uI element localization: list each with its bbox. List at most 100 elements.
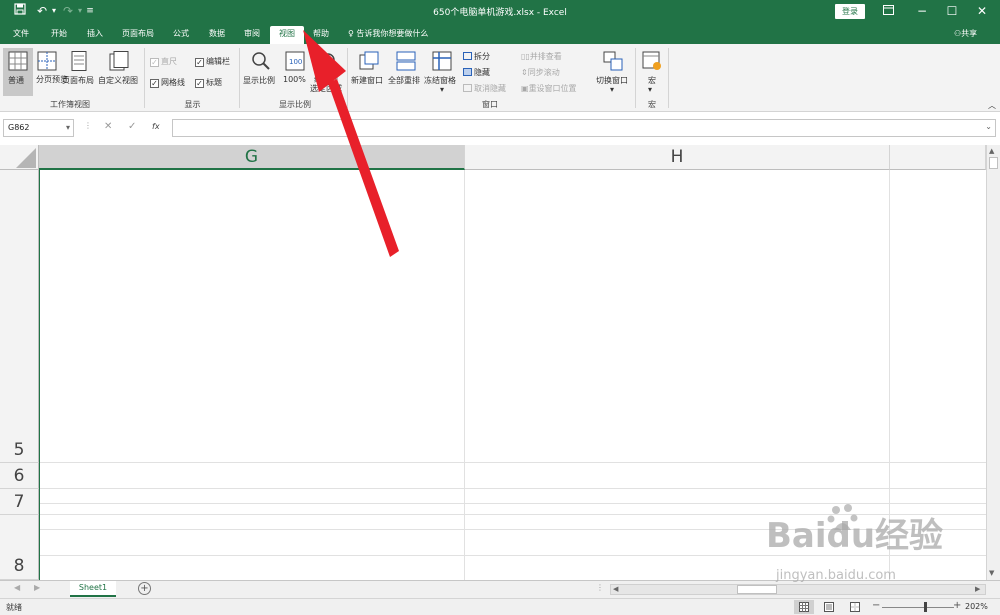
page-break-preview-button[interactable]: 分页预览 (36, 48, 68, 96)
new-sheet-button[interactable]: + (138, 582, 151, 595)
window-group-label: 窗口 (482, 100, 498, 109)
tab-file[interactable]: 文件 (6, 26, 36, 44)
zoom-slider[interactable] (882, 607, 954, 608)
normal-view-status-button[interactable] (794, 600, 814, 614)
zoom-out-icon[interactable]: − (872, 600, 880, 611)
tab-splitter-icon[interactable]: ⋮ (596, 583, 604, 592)
column-header-g[interactable]: G (39, 145, 465, 170)
scroll-down-icon[interactable]: ▼ (989, 569, 994, 577)
unhide-label: 取消隐藏 (474, 84, 506, 93)
ribbon-tabs: 文件 开始 插入 页面布局 公式 数据 审阅 视图 帮助 ♀ 告诉我你想要做什么… (0, 22, 1000, 44)
tab-formulas[interactable]: 公式 (166, 26, 196, 44)
table-row[interactable] (39, 463, 986, 489)
maximize-icon[interactable]: ☐ (938, 2, 966, 20)
tab-help[interactable]: 帮助 (306, 26, 336, 44)
zoom-slider-thumb[interactable] (924, 602, 927, 612)
freeze-panes-button[interactable]: 冻结窗格 ▾ (424, 48, 460, 96)
macros-dropdown-icon: ▾ (648, 85, 653, 94)
zoom-to-selection-button[interactable]: 缩放到 选定区域 (308, 48, 346, 96)
check-icon: ✓ (195, 58, 204, 67)
switch-windows-button[interactable]: 切换窗口 ▾ (594, 48, 632, 96)
gridlines-checkbox[interactable]: ✓ 网格线 (150, 77, 185, 88)
zoom-in-icon[interactable]: + (953, 600, 961, 611)
page-layout-view-button[interactable]: 页面布局 (62, 48, 96, 96)
expand-formula-icon[interactable]: ⌄ (985, 122, 992, 131)
vertical-scroll-thumb[interactable] (989, 157, 998, 169)
column-header-next[interactable] (890, 145, 986, 170)
tab-home[interactable]: 开始 (44, 26, 74, 44)
selected-column-edge (39, 437, 40, 580)
row-header-7[interactable]: 7 (0, 489, 39, 515)
page-break-status-button[interactable] (850, 602, 860, 614)
horizontal-scrollbar[interactable]: ◀ ▶ (610, 584, 986, 595)
page-break-icon (37, 51, 57, 71)
page-break-status-icon (850, 602, 860, 612)
scroll-left-icon[interactable]: ◀ (613, 585, 618, 593)
tab-data[interactable]: 数据 (202, 26, 232, 44)
collapse-ribbon-icon[interactable]: ︿ (988, 100, 996, 111)
horizontal-scroll-thumb[interactable] (737, 585, 777, 594)
hide-icon (463, 68, 472, 76)
minimize-icon[interactable]: − (908, 2, 936, 20)
close-icon[interactable]: ✕ (968, 2, 996, 20)
workbook-views-group-label: 工作簿视图 (50, 100, 90, 109)
new-window-button[interactable]: 新建窗口 (350, 48, 388, 96)
formula-bar-checkbox[interactable]: ✓ 编辑栏 (195, 56, 230, 67)
tab-view[interactable]: 视图 (270, 26, 304, 44)
group-separator (668, 48, 669, 108)
zoom-level[interactable]: 202% (965, 602, 988, 611)
page-layout-status-button[interactable] (824, 602, 834, 614)
name-box[interactable]: G862 ▾ (3, 119, 74, 137)
zoom-button[interactable]: 显示比例 (243, 48, 279, 96)
arrange-all-button[interactable]: 全部重排 (388, 48, 424, 96)
svg-text:100: 100 (289, 58, 302, 66)
select-all-button[interactable] (0, 145, 39, 170)
custom-views-button[interactable]: 自定义视图 (98, 48, 140, 96)
check-icon: ✓ (150, 58, 159, 67)
zoom-100-icon: 100 (285, 51, 305, 71)
headings-checkbox[interactable]: ✓ 标题 (195, 77, 222, 88)
ruler-label: 直尺 (161, 57, 177, 66)
grid-view-icon (799, 602, 809, 612)
switch-windows-icon (603, 51, 623, 71)
row-header-6[interactable]: 6 (0, 463, 39, 489)
sheet-tab-sheet1[interactable]: Sheet1 (70, 581, 116, 597)
tab-insert[interactable]: 插入 (80, 26, 110, 44)
prev-sheet-icon[interactable]: ◀ (14, 583, 20, 592)
split-button[interactable]: 拆分 (463, 51, 490, 62)
name-box-dropdown-icon[interactable]: ▾ (66, 120, 70, 136)
tab-page-layout[interactable]: 页面布局 (116, 26, 160, 44)
vertical-scrollbar[interactable]: ▲ ▼ (986, 145, 1000, 580)
status-ready: 就绪 (6, 603, 22, 612)
enter-icon: ✓ (128, 121, 137, 132)
row-header-5[interactable]: 5 (0, 437, 39, 463)
new-window-icon (359, 51, 379, 70)
insert-function-button[interactable]: fx (152, 122, 160, 131)
login-button[interactable]: 登录 (835, 4, 865, 19)
hide-button[interactable]: 隐藏 (463, 67, 490, 78)
page-layout-label: 页面布局 (62, 76, 94, 85)
formula-input[interactable]: ⌄ (172, 119, 996, 137)
headings-label: 标题 (206, 78, 222, 87)
next-sheet-icon[interactable]: ▶ (34, 583, 40, 592)
ribbon-display-icon[interactable] (874, 2, 902, 20)
zoom-100-button[interactable]: 100 100% (282, 48, 308, 96)
scroll-right-icon[interactable]: ▶ (975, 585, 980, 593)
unhide-icon (463, 84, 472, 92)
tell-me-box[interactable]: ♀ 告诉我你想要做什么 (348, 26, 428, 42)
unhide-button: 取消隐藏 (463, 83, 506, 94)
baidu-paw-icon (827, 504, 858, 530)
scroll-up-icon[interactable]: ▲ (989, 147, 994, 155)
macros-button[interactable]: 宏 ▾ (638, 48, 666, 96)
column-divider (464, 437, 465, 580)
column-header-h[interactable]: H (465, 145, 890, 170)
select-all-triangle-icon (16, 148, 36, 168)
zoom-group-label: 显示比例 (279, 100, 311, 109)
share-button[interactable]: ⚇共享 (954, 26, 977, 42)
tab-review[interactable]: 审阅 (237, 26, 267, 44)
normal-view-button[interactable]: 普通 (3, 48, 33, 96)
gridlines-label: 网格线 (161, 78, 185, 87)
table-row[interactable] (39, 437, 986, 463)
zoom-label: 显示比例 (243, 76, 275, 85)
row-header-8[interactable]: 8 (0, 515, 39, 580)
